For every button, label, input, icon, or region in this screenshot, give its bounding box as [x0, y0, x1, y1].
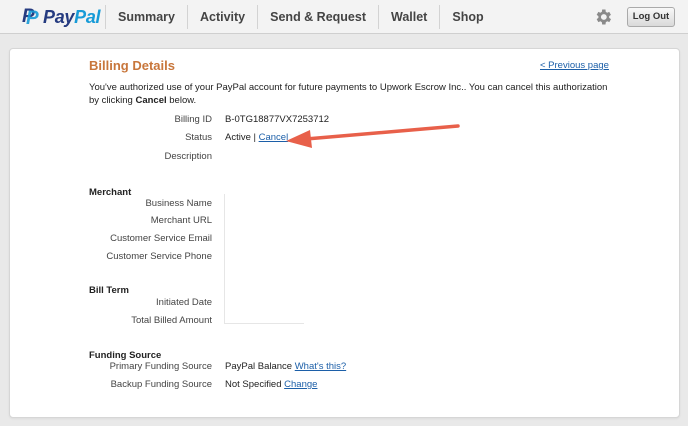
logo-text-pay: Pay — [43, 7, 75, 27]
logo-text-pal: Pal — [74, 7, 101, 27]
whats-this-link[interactable]: What's this? — [295, 361, 346, 372]
billing-id-label: Billing ID — [174, 114, 213, 125]
nav-activity[interactable]: Activity — [186, 5, 257, 29]
change-link[interactable]: Change — [284, 379, 317, 390]
authorization-intro: You've authorized use of your PayPal acc… — [89, 82, 619, 107]
nav-wallet[interactable]: Wallet — [378, 5, 439, 29]
initiated-date-label: Initiated Date — [156, 297, 212, 308]
gear-icon[interactable] — [593, 7, 613, 27]
funding-source-heading: Funding Source — [89, 350, 162, 361]
paypal-logo[interactable]: PP Pay Pal — [22, 6, 101, 29]
previous-page-link[interactable]: < Previous page — [540, 60, 609, 71]
customer-service-phone-label: Customer Service Phone — [106, 251, 212, 262]
merchant-url-label: Merchant URL — [150, 215, 212, 226]
merchant-heading: Merchant — [89, 187, 132, 198]
intro-cancel-bold: Cancel — [135, 94, 167, 106]
status-value-row: Active | Cancel — [225, 132, 288, 143]
page-title: Billing Details — [89, 58, 175, 73]
status-label: Status — [185, 132, 212, 143]
backup-funding-source-label: Backup Funding Source — [110, 379, 212, 390]
description-label: Description — [164, 151, 212, 162]
primary-funding-source-label: Primary Funding Source — [109, 361, 212, 372]
business-name-label: Business Name — [145, 198, 212, 209]
backup-funding-source-row: Not Specified Change — [225, 379, 317, 390]
column-divider — [224, 194, 225, 324]
annotation-arrow-icon — [286, 124, 460, 148]
paypal-p-icon: PP — [22, 6, 39, 29]
intro-end: below. — [166, 94, 197, 106]
primary-funding-source-row: PayPal Balance What's this? — [225, 361, 346, 372]
primary-funding-source-value: PayPal Balance — [225, 361, 293, 372]
nav-shop[interactable]: Shop — [439, 5, 495, 29]
log-out-button[interactable]: Log Out — [627, 7, 675, 27]
nav-summary[interactable]: Summary — [105, 5, 187, 29]
main-nav: Summary Activity Send & Request Wallet S… — [105, 0, 496, 34]
status-separator: | — [250, 132, 259, 143]
total-billed-amount-label: Total Billed Amount — [131, 315, 212, 326]
status-value: Active — [225, 132, 251, 143]
column-divider-bottom — [224, 323, 304, 324]
nav-send-request[interactable]: Send & Request — [257, 5, 378, 29]
customer-service-email-label: Customer Service Email — [110, 233, 212, 244]
backup-funding-source-value: Not Specified — [225, 379, 282, 390]
bill-term-heading: Bill Term — [89, 285, 129, 296]
top-navigation-bar: PP Pay Pal Summary Activity Send & Reques… — [0, 0, 688, 34]
